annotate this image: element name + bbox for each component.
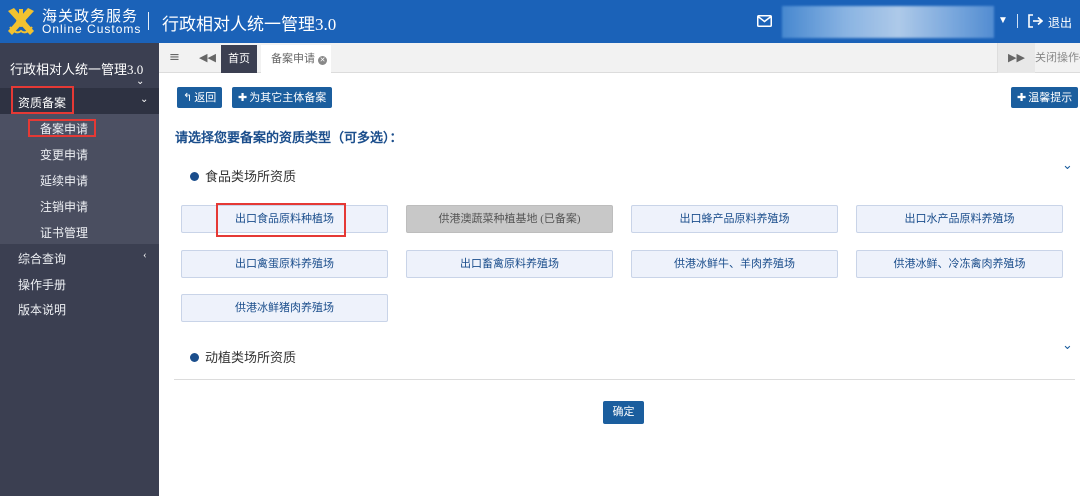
sidebar-collapse-icon[interactable]: ⌄ xyxy=(136,76,144,87)
menu-toggle-icon[interactable]: ≡ xyxy=(169,50,180,65)
option-livestock-poultry[interactable]: 出口畜禽原料养殖场 xyxy=(406,250,613,278)
sidebar-item-label: 综合查询 xyxy=(18,252,67,266)
option-pork[interactable]: 供港冰鲜猪肉养殖场 xyxy=(181,294,388,322)
chevron-down-icon: ⌄ xyxy=(140,94,149,105)
header-divider xyxy=(148,12,149,30)
sidebar-item-manual[interactable]: 操作手册 xyxy=(0,270,159,296)
highlight-box-group xyxy=(11,86,74,114)
sidebar-item-change[interactable]: 变更申请 xyxy=(0,140,159,166)
section-title: 食品类场所资质 xyxy=(205,169,297,184)
sidebar-item-query[interactable]: 综合查询 ‹ xyxy=(0,244,159,270)
option-vegetable-base: 供港澳蔬菜种植基地 (已备案) xyxy=(406,205,613,233)
logout-link[interactable]: 退出 xyxy=(1048,14,1072,31)
sidebar-item-label: 注销申请 xyxy=(40,200,89,214)
highlight-box-apply xyxy=(28,119,96,137)
bullet-icon xyxy=(190,353,199,362)
option-bee-products[interactable]: 出口蜂产品原料养殖场 xyxy=(631,205,838,233)
tab-label: 备案申请 xyxy=(271,53,315,65)
tab-bar: ≡ ◀◀ 首页 备案申请✕ ▶▶ 关闭操作▾ xyxy=(159,43,1080,74)
chevron-down-icon[interactable]: ⌄ xyxy=(1062,158,1073,173)
tips-label: 温馨提示 xyxy=(1028,92,1073,104)
option-poultry-eggs[interactable]: 出口禽蛋原料养殖场 xyxy=(181,250,388,278)
sidebar-item-renew[interactable]: 延续申请 xyxy=(0,166,159,192)
user-info-redacted[interactable] xyxy=(782,6,994,38)
sidebar-item-certificates[interactable]: 证书管理 xyxy=(0,218,159,244)
selection-prompt: 请选择您要备案的资质类型（可多选）： xyxy=(175,130,403,145)
user-menu-caret-icon[interactable]: ▼ xyxy=(998,15,1008,26)
plus-icon: ✚ xyxy=(1017,91,1027,104)
section-title: 动植类场所资质 xyxy=(205,350,297,365)
sidebar-item-label: 证书管理 xyxy=(40,226,89,240)
chevron-down-icon[interactable]: ⌄ xyxy=(1062,338,1073,353)
mail-icon[interactable] xyxy=(757,15,772,27)
tips-button[interactable]: ✚ 温馨提示 xyxy=(1011,87,1079,108)
logo-english-name: Online Customs xyxy=(42,22,142,36)
section-food[interactable]: 食品类场所资质 xyxy=(190,166,296,185)
option-poultry-meat[interactable]: 供港冰鲜、冷冻禽肉养殖场 xyxy=(856,250,1063,278)
logout-icon[interactable] xyxy=(1027,13,1043,29)
tab-scroll-right-icon[interactable]: ▶▶ xyxy=(997,43,1035,73)
sidebar-item-cancel[interactable]: 注销申请 xyxy=(0,192,159,218)
sidebar-title: 行政相对人统一管理3.0 xyxy=(10,62,144,77)
header-divider-2 xyxy=(1017,14,1018,28)
back-arrow-icon: ↰ xyxy=(183,91,193,104)
divider xyxy=(174,379,1075,380)
tab-home[interactable]: 首页 xyxy=(221,45,257,73)
tab-apply[interactable]: 备案申请 ✕ xyxy=(261,45,331,74)
option-beef-mutton[interactable]: 供港冰鲜牛、羊肉养殖场 xyxy=(631,250,838,278)
bullet-icon xyxy=(190,172,199,181)
back-button[interactable]: ↰ 返回 xyxy=(177,87,223,108)
app-title: 行政相对人统一管理3.0 xyxy=(162,15,337,34)
top-header: 海关政务服务 Online Customs 行政相对人统一管理3.0 ▼ 退出 xyxy=(0,0,1080,43)
highlight-box-option xyxy=(216,203,346,237)
tab-scroll-left-icon[interactable]: ◀◀ xyxy=(199,51,216,64)
section-animal-plant[interactable]: 动植类场所资质 xyxy=(190,347,296,366)
other-entity-label: 为其它主体备案 xyxy=(249,92,327,104)
other-entity-button[interactable]: ✚ 为其它主体备案 xyxy=(232,87,333,108)
sidebar: 行政相对人统一管理3.0 ⌄ 资质备案 ⌄ 备案申请 变更申请 延续申请 注销申… xyxy=(0,43,159,496)
customs-emblem-icon xyxy=(8,8,34,35)
sidebar-item-label: 操作手册 xyxy=(18,278,67,292)
confirm-button[interactable]: 确定 xyxy=(603,401,644,424)
chevron-left-icon: ‹ xyxy=(143,249,147,261)
close-ops-label: 关闭操作 xyxy=(1035,52,1079,64)
sidebar-item-version[interactable]: 版本说明 xyxy=(0,295,159,321)
back-label: 返回 xyxy=(194,92,217,104)
sidebar-item-label: 版本说明 xyxy=(18,303,67,317)
close-icon[interactable]: ✕ xyxy=(318,56,327,65)
close-operations-menu[interactable]: 关闭操作▾ xyxy=(1035,43,1080,73)
sidebar-item-label: 变更申请 xyxy=(40,148,89,162)
sidebar-item-label: 延续申请 xyxy=(40,174,89,188)
plus-icon: ✚ xyxy=(238,91,248,104)
option-aquatic-products[interactable]: 出口水产品原料养殖场 xyxy=(856,205,1063,233)
